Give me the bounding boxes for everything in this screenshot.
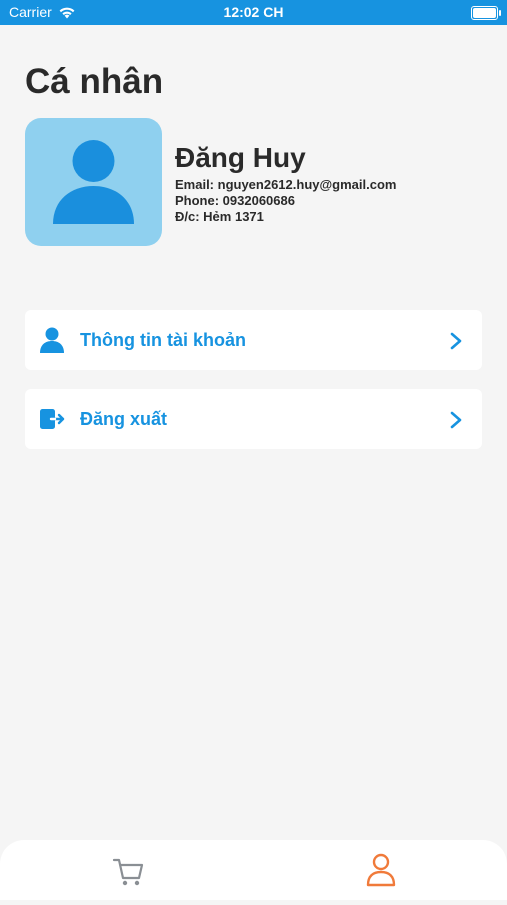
account-info-label: Thông tin tài khoản xyxy=(80,330,246,350)
chevron-right-icon xyxy=(450,411,462,429)
cart-icon xyxy=(112,858,144,886)
tab-bar xyxy=(0,840,507,900)
person-icon xyxy=(40,327,64,353)
logout-icon xyxy=(40,409,65,429)
tab-profile[interactable] xyxy=(351,840,411,900)
profile-name: Đăng Huy xyxy=(175,142,306,173)
account-info-button[interactable]: Thông tin tài khoản xyxy=(25,310,482,370)
status-time: 12:02 CH xyxy=(223,4,284,20)
page-title: Cá nhân xyxy=(25,62,164,101)
profile-phone: Phone: 0932060686 xyxy=(175,193,295,208)
chevron-right-icon xyxy=(450,332,462,350)
user-avatar-icon xyxy=(53,140,134,224)
logout-label: Đăng xuất xyxy=(80,409,168,429)
battery-icon xyxy=(471,6,501,20)
logout-button[interactable]: Đăng xuất xyxy=(25,389,482,449)
avatar[interactable] xyxy=(25,118,162,246)
profile-icon xyxy=(366,853,396,887)
profile-address: Đ/c: Hẻm 1371 xyxy=(175,209,264,224)
tab-cart[interactable] xyxy=(98,840,158,900)
profile-email: Email: nguyen2612.huy@gmail.com xyxy=(175,177,397,192)
status-bar: Carrier 12:02 CH xyxy=(0,0,507,25)
